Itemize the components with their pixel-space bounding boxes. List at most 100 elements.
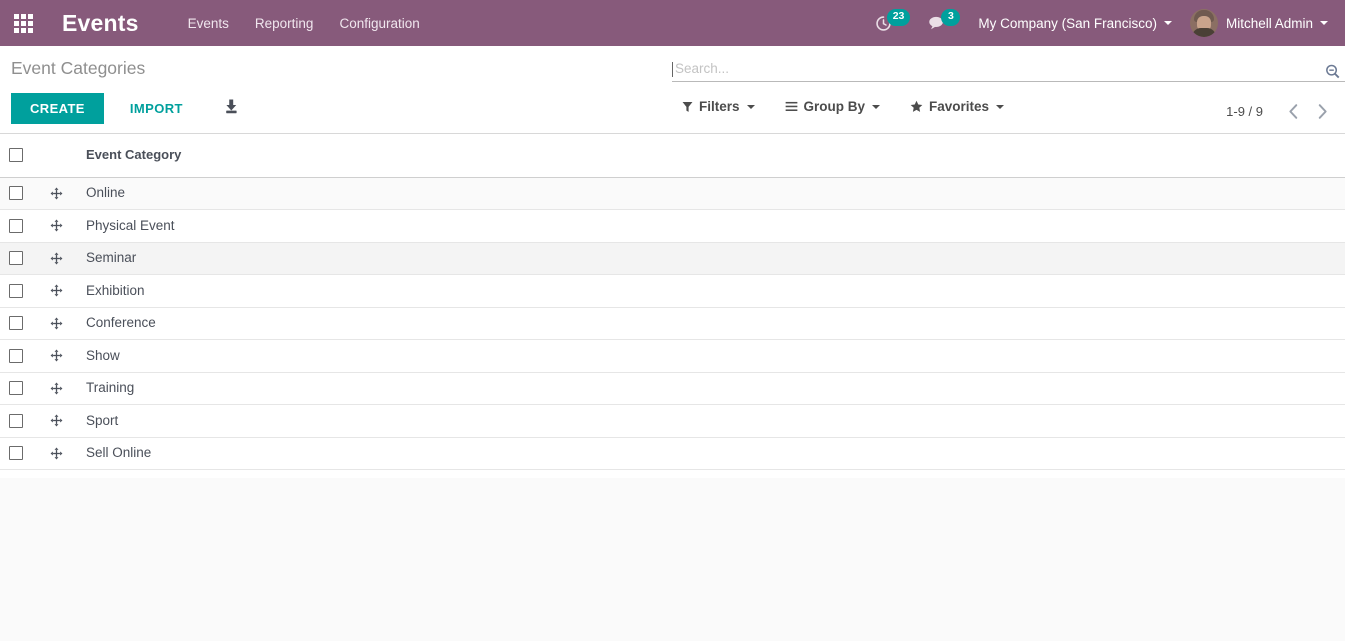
activity-count-badge: 23 (886, 9, 911, 26)
messaging-menu-button[interactable]: 3 (919, 0, 969, 46)
pager-range: 1-9 / 9 (1226, 103, 1263, 119)
avatar (1189, 9, 1218, 37)
user-menu-button[interactable]: Mitchell Admin (1181, 0, 1337, 46)
row-checkbox[interactable] (9, 316, 23, 331)
chevron-right-icon (1316, 103, 1329, 123)
app-brand-title[interactable]: Events (62, 10, 139, 37)
event-category-name: Training (86, 380, 135, 396)
table-row[interactable]: Sport (0, 404, 1345, 438)
pager: 1-9 / 9 (1226, 99, 1337, 123)
drag-handle-icon[interactable] (44, 219, 84, 232)
drag-handle-icon[interactable] (44, 414, 84, 427)
drag-handle-icon[interactable] (44, 349, 84, 362)
drag-handle-icon[interactable] (44, 317, 84, 330)
import-button[interactable]: IMPORT (112, 93, 201, 124)
event-category-name: Sport (86, 412, 119, 428)
filters-dropdown[interactable]: Filters (682, 99, 755, 114)
row-checkbox[interactable] (9, 381, 23, 396)
star-icon (910, 100, 923, 113)
company-switcher[interactable]: My Company (San Francisco) (969, 0, 1181, 46)
event-category-name: Conference (86, 315, 156, 331)
table-row[interactable]: Online (0, 177, 1345, 210)
row-handle-cell (44, 340, 84, 373)
row-checkbox[interactable] (9, 186, 23, 201)
drag-handle-icon[interactable] (44, 252, 84, 265)
row-handle-cell (44, 405, 84, 438)
drag-handle-icon[interactable] (44, 382, 84, 395)
row-name-cell: Sport (84, 405, 1345, 438)
row-handle-cell (44, 210, 84, 243)
search-input[interactable] (673, 59, 1315, 81)
drag-handle-icon[interactable] (44, 187, 84, 200)
list-view: Event Category Online Physical Event Sem… (0, 134, 1345, 470)
page-background (0, 478, 1345, 641)
table-row[interactable]: Sell Online (0, 437, 1345, 470)
table-row[interactable]: Conference (0, 307, 1345, 340)
table-row[interactable]: Training (0, 372, 1345, 405)
row-select-cell (0, 242, 44, 275)
table-header-row: Event Category (0, 134, 1345, 177)
column-header-event-category[interactable]: Event Category (84, 134, 1345, 177)
pager-next-button[interactable] (1308, 103, 1337, 120)
row-handle-cell (44, 275, 84, 308)
favorites-label: Favorites (929, 99, 990, 114)
row-checkbox[interactable] (9, 218, 23, 233)
row-checkbox[interactable] (9, 283, 23, 298)
list-lines-icon (785, 101, 798, 112)
row-select-cell (0, 372, 44, 405)
search-icon[interactable] (1324, 63, 1341, 80)
favorites-dropdown[interactable]: Favorites (910, 99, 1005, 114)
row-handle-cell (44, 177, 84, 210)
chevron-down-icon (746, 104, 755, 109)
event-category-name: Physical Event (86, 217, 175, 233)
filters-label: Filters (699, 99, 740, 114)
chevron-left-icon (1287, 103, 1300, 123)
row-checkbox[interactable] (9, 413, 23, 428)
row-name-cell: Exhibition (84, 275, 1345, 308)
chevron-down-icon (1163, 21, 1172, 25)
control-panel: Event Categories CREATE IMPORT Search...… (0, 46, 1345, 134)
export-button[interactable] (213, 92, 250, 124)
drag-handle-icon[interactable] (44, 284, 84, 297)
event-category-name: Seminar (86, 250, 137, 266)
row-select-cell (0, 177, 44, 210)
row-select-cell (0, 340, 44, 373)
row-select-cell (0, 210, 44, 243)
activity-menu-button[interactable]: 23 (866, 0, 920, 46)
nav-item-reporting[interactable]: Reporting (242, 10, 327, 37)
apps-menu-toggle[interactable] (0, 0, 46, 46)
group-by-dropdown[interactable]: Group By (785, 99, 881, 114)
row-checkbox[interactable] (9, 348, 23, 363)
row-handle-cell (44, 307, 84, 340)
page-title: Event Categories (11, 58, 146, 78)
table-row[interactable]: Exhibition (0, 274, 1345, 308)
drag-handle-icon[interactable] (44, 447, 84, 460)
group-by-label: Group By (803, 99, 866, 114)
table-row[interactable]: Physical Event (0, 209, 1345, 243)
funnel-icon (682, 101, 693, 113)
row-select-cell (0, 437, 44, 470)
company-name-label: My Company (San Francisco) (978, 15, 1157, 31)
row-checkbox[interactable] (9, 251, 23, 266)
table-row[interactable]: Show (0, 339, 1345, 373)
create-button[interactable]: CREATE (11, 92, 104, 124)
row-handle-cell (44, 372, 84, 405)
select-all-checkbox[interactable] (9, 148, 23, 163)
event-categories-table: Event Category Online Physical Event Sem… (0, 134, 1345, 470)
nav-item-configuration[interactable]: Configuration (326, 10, 432, 37)
nav-item-events[interactable]: Events (175, 10, 242, 37)
handle-header-cell (44, 134, 84, 177)
row-name-cell: Physical Event (84, 210, 1345, 243)
search-area: Filters Group By (672, 56, 1345, 119)
table-row[interactable]: Seminar (0, 242, 1345, 275)
row-name-cell: Training (84, 372, 1345, 405)
apps-grid-icon (13, 13, 33, 33)
row-checkbox[interactable] (9, 446, 23, 461)
event-category-name: Show (86, 347, 120, 363)
top-navbar: Events Events Reporting Configuration 23 (0, 0, 1345, 46)
control-panel-buttons: CREATE IMPORT (11, 92, 250, 124)
chevron-down-icon (872, 104, 881, 109)
pager-previous-button[interactable] (1279, 103, 1308, 120)
row-handle-cell (44, 242, 84, 275)
search-row[interactable] (672, 56, 1345, 82)
